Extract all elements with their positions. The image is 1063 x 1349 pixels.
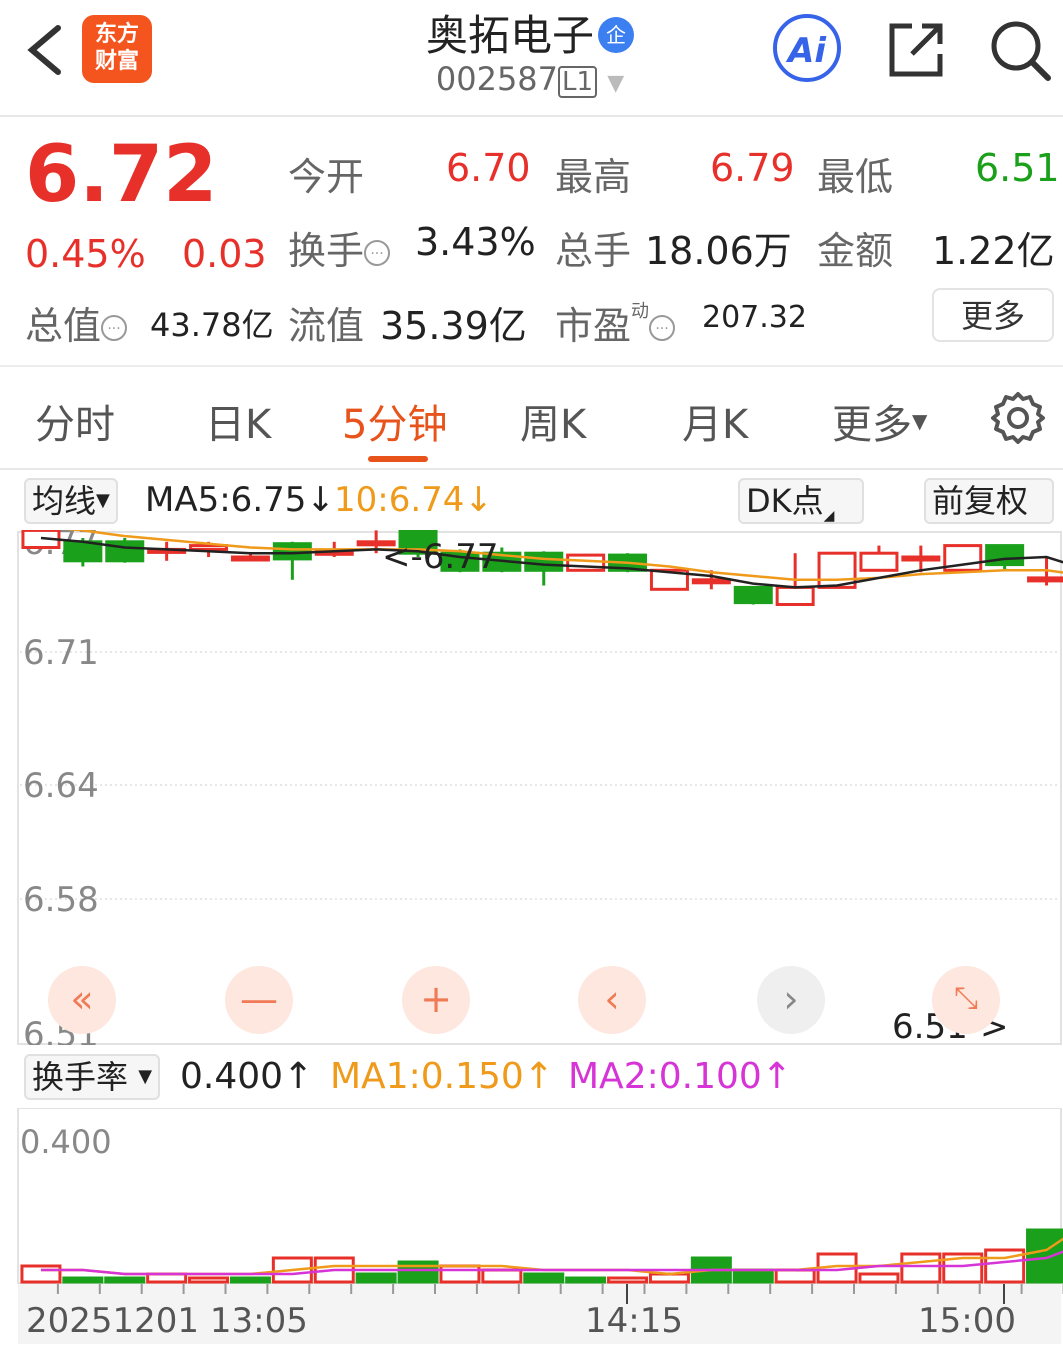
turnover-bar bbox=[900, 1252, 942, 1284]
info-icon[interactable]: ··· bbox=[649, 315, 676, 341]
zoom-in-icon[interactable]: + bbox=[402, 966, 470, 1034]
divider bbox=[0, 468, 1063, 470]
back-icon[interactable] bbox=[20, 20, 70, 80]
divider bbox=[0, 365, 1063, 367]
turnover-bar bbox=[1026, 1228, 1063, 1284]
low-label: 最低 bbox=[817, 155, 894, 199]
price-tick-label: 6.58 bbox=[23, 880, 99, 920]
change-amount: 0.03 bbox=[182, 232, 267, 276]
dropdown-icon: ▼ bbox=[607, 71, 625, 96]
sub-indicator-selector[interactable]: 换手率 ▼ bbox=[24, 1054, 161, 1100]
turnover-bar bbox=[732, 1268, 774, 1284]
candle-body bbox=[524, 551, 564, 572]
candle-body bbox=[859, 551, 899, 572]
tab-monthly-k[interactable]: 月K bbox=[682, 392, 748, 450]
high-value: 6.79 bbox=[710, 146, 795, 190]
enterprise-badge: 企 bbox=[598, 17, 634, 53]
candle-body bbox=[775, 585, 815, 607]
mcap-value: 43.78亿 bbox=[150, 306, 274, 344]
ma2-value: MA2:0.100↑ bbox=[568, 1056, 792, 1097]
ma10-value: 10:6.74↓ bbox=[334, 480, 493, 520]
max-price-label: <-6.77 bbox=[382, 537, 498, 577]
tab-daily-k[interactable]: 日K bbox=[205, 392, 271, 450]
scroll-left-fast-icon[interactable]: « bbox=[48, 966, 116, 1034]
price-tick-label: 6.64 bbox=[23, 766, 99, 806]
settings-icon[interactable] bbox=[990, 390, 1046, 450]
amount-label: 金额 bbox=[817, 229, 894, 273]
turnover-tick-label: 0.400 bbox=[20, 1123, 112, 1161]
turnover-value: 3.43% bbox=[415, 220, 536, 264]
ai-button[interactable]: Ai bbox=[773, 14, 841, 82]
chart-frame bbox=[17, 531, 1062, 1045]
scroll-right-icon[interactable]: › bbox=[757, 966, 825, 1034]
turnover-bar bbox=[481, 1268, 523, 1284]
candlestick-chart[interactable]: 6.776.716.646.586.51<-6.776.51-> bbox=[0, 530, 1063, 1045]
tab-weekly-k[interactable]: 周K bbox=[520, 392, 586, 450]
ma-selector[interactable]: 均线▼ bbox=[24, 478, 118, 524]
turnover-bar bbox=[20, 1264, 62, 1284]
turnover-bar bbox=[439, 1264, 481, 1284]
turnover-bar bbox=[104, 1276, 146, 1284]
zoom-out-icon[interactable]: — bbox=[225, 966, 293, 1034]
turnover-bar bbox=[229, 1276, 271, 1284]
candle-body bbox=[733, 585, 773, 605]
candle-body bbox=[230, 555, 270, 562]
adjust-button[interactable]: 前复权 bbox=[924, 478, 1054, 524]
turnover-bar bbox=[62, 1276, 104, 1284]
dk-point-button[interactable]: DK点◢ bbox=[738, 478, 864, 524]
search-icon[interactable] bbox=[988, 18, 1053, 83]
fullscreen-icon[interactable]: ⤡ bbox=[932, 966, 1000, 1034]
last-price: 6.72 bbox=[25, 130, 218, 220]
tab-intraday[interactable]: 分时 bbox=[35, 392, 115, 450]
open-value: 6.70 bbox=[446, 146, 531, 190]
high-label: 最高 bbox=[555, 155, 632, 199]
turnover-bar bbox=[355, 1272, 397, 1284]
turnover-chart[interactable]: 0.400 20251201 13:05 14:15 15:00 bbox=[0, 1108, 1063, 1349]
float-mcap-value: 35.39亿 bbox=[380, 304, 527, 348]
candle-body bbox=[1027, 576, 1063, 583]
turnover-bar bbox=[523, 1272, 565, 1284]
turnover-bar bbox=[188, 1276, 230, 1284]
tab-more[interactable]: 更多▼ bbox=[832, 392, 927, 450]
turnover-bar bbox=[858, 1272, 900, 1284]
candle-body bbox=[189, 544, 229, 551]
volume-label: 总手 bbox=[555, 229, 632, 273]
share-icon[interactable] bbox=[886, 20, 946, 80]
tab-5min[interactable]: 5分钟 bbox=[342, 392, 447, 450]
turnover-bar bbox=[774, 1268, 816, 1284]
mcap-label: 总值 ··· bbox=[25, 295, 128, 350]
pe-value: 207.32 bbox=[702, 300, 807, 335]
float-mcap-label: 流值 bbox=[288, 304, 365, 348]
ma5-value: MA5:6.75↓ bbox=[145, 480, 335, 520]
app-logo: 东方 财富 bbox=[82, 15, 152, 83]
stock-code[interactable]: 002587 L1 ▼ bbox=[300, 60, 760, 98]
price-tick-label: 6.71 bbox=[23, 633, 99, 673]
turnover-rate-value: 0.400↑ bbox=[180, 1056, 314, 1097]
open-label: 今开 bbox=[288, 155, 365, 199]
info-icon[interactable]: ··· bbox=[364, 240, 391, 266]
scroll-left-icon[interactable]: ‹ bbox=[578, 966, 646, 1034]
level-badge: L1 bbox=[558, 66, 598, 98]
amount-value: 1.22亿 bbox=[932, 229, 1055, 273]
turnover-bar bbox=[565, 1276, 607, 1284]
change-percent: 0.45% bbox=[25, 232, 146, 276]
time-axis-label: 20251201 13:05 bbox=[26, 1301, 308, 1341]
ma1-value: MA1:0.150↑ bbox=[330, 1056, 554, 1097]
volume-value: 18.06万 bbox=[645, 229, 792, 273]
stock-name: 奥拓电子企 bbox=[300, 2, 760, 63]
time-axis-label: 15:00 bbox=[918, 1301, 1016, 1341]
candle-body bbox=[901, 555, 941, 562]
info-icon[interactable]: ··· bbox=[101, 315, 128, 341]
turnover-label: 换手 ··· bbox=[288, 220, 391, 275]
more-quote-button[interactable]: 更多 bbox=[932, 288, 1054, 342]
pe-label: 市盈动··· bbox=[555, 295, 676, 350]
time-axis-label: 14:15 bbox=[585, 1301, 683, 1341]
candle-body bbox=[272, 542, 312, 561]
low-value: 6.51 bbox=[975, 146, 1060, 190]
active-tab-indicator bbox=[368, 456, 428, 462]
turnover-bar bbox=[607, 1276, 649, 1284]
candle-body bbox=[691, 578, 731, 585]
